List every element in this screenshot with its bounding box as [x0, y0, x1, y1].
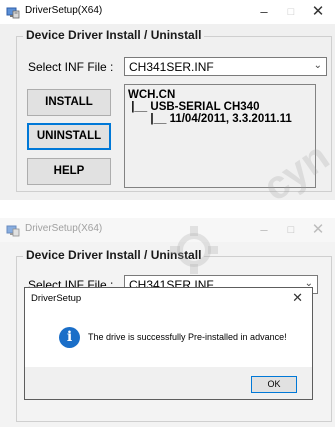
app-icon	[6, 225, 20, 237]
message-dialog: DriverSetup ✕ i The drive is successfull…	[24, 287, 313, 400]
maximize-button[interactable]: □	[280, 220, 302, 240]
inf-file-select[interactable]: CH341SER.INF ⌄	[124, 57, 327, 76]
app-icon	[6, 7, 20, 19]
info-line-vendor: WCH.CN	[128, 89, 176, 101]
watermark-gear-icon	[170, 226, 218, 274]
install-button[interactable]: INSTALL	[27, 89, 111, 116]
ok-button[interactable]: OK	[251, 376, 297, 393]
chevron-down-icon[interactable]: ⌄	[314, 60, 322, 71]
title-bar: DriverSetup(X64) – □ ✕	[0, 0, 335, 24]
information-icon: i	[59, 327, 80, 348]
select-inf-label: Select INF File :	[28, 60, 114, 74]
close-button[interactable]: ✕	[307, 220, 329, 240]
window-title: DriverSetup(X64)	[25, 223, 103, 234]
dialog-title: DriverSetup	[31, 293, 82, 304]
minimize-button[interactable]: –	[253, 2, 275, 22]
info-line-version: |__ 11/04/2011, 3.3.2011.11	[128, 113, 292, 125]
minimize-button[interactable]: –	[253, 220, 275, 240]
group-title: Device Driver Install / Uninstall	[23, 28, 205, 42]
dialog-close-button[interactable]: ✕	[292, 290, 303, 306]
help-button[interactable]: HELP	[27, 158, 111, 185]
info-line-device: |__ USB-SERIAL CH340	[128, 101, 260, 113]
inf-file-value: CH341SER.INF	[129, 60, 214, 74]
close-button[interactable]: ✕	[307, 2, 329, 22]
window-title: DriverSetup(X64)	[25, 5, 103, 16]
uninstall-button[interactable]: UNINSTALL	[27, 123, 111, 150]
maximize-button[interactable]: □	[280, 2, 302, 22]
dialog-message: The drive is successfully Pre-installed …	[88, 332, 287, 342]
